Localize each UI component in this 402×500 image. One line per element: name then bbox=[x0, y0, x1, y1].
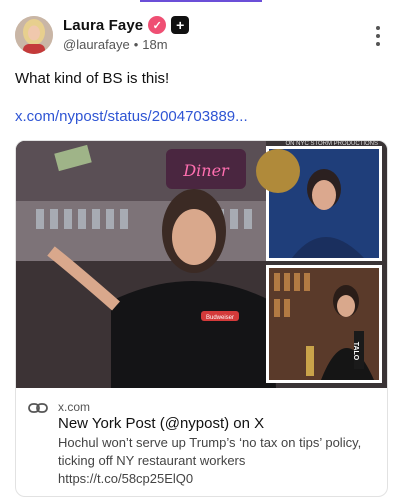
active-tab-indicator bbox=[140, 0, 262, 2]
card-url[interactable]: https://t.co/58cp25ElQ0 bbox=[58, 471, 193, 486]
post-header: Laura Faye ✓ + @laurafaye • 18m bbox=[15, 14, 387, 54]
shirt-logo-text: Budweiser bbox=[206, 315, 234, 321]
verified-check-icon: ✓ bbox=[148, 16, 167, 34]
card-title[interactable]: New York Post (@nypost) on X bbox=[58, 415, 264, 432]
card-description: Hochul won’t serve up Trump’s ‘no tax on… bbox=[58, 435, 362, 468]
card-domain: x.com bbox=[58, 400, 91, 414]
link-preview-card[interactable]: Diner Budweiser ON NYC STORM PRODUCTIONS bbox=[15, 140, 388, 497]
post-link[interactable]: x.com/nypost/status/2004703889... bbox=[15, 108, 248, 125]
neon-sign-text: Diner bbox=[182, 161, 230, 180]
link-preview-body[interactable]: x.com New York Post (@nypost) on X Hochu… bbox=[16, 388, 387, 496]
timestamp[interactable]: 18m bbox=[142, 37, 167, 52]
display-name[interactable]: Laura Faye bbox=[63, 17, 143, 34]
meta-separator: • bbox=[133, 37, 139, 52]
plus-badge-icon: + bbox=[171, 16, 190, 34]
post-text: What kind of BS is this! bbox=[15, 70, 170, 87]
more-options-icon[interactable] bbox=[373, 26, 383, 46]
photo-credit-text: ON NYC STORM PRODUCTIONS bbox=[285, 141, 378, 147]
avatar[interactable] bbox=[15, 16, 53, 54]
tap-handle-label: TALO bbox=[352, 342, 359, 361]
link-preview-image[interactable]: Diner Budweiser ON NYC STORM PRODUCTIONS bbox=[16, 141, 387, 388]
link-icon bbox=[28, 403, 48, 413]
handle[interactable]: @laurafaye bbox=[63, 37, 130, 52]
